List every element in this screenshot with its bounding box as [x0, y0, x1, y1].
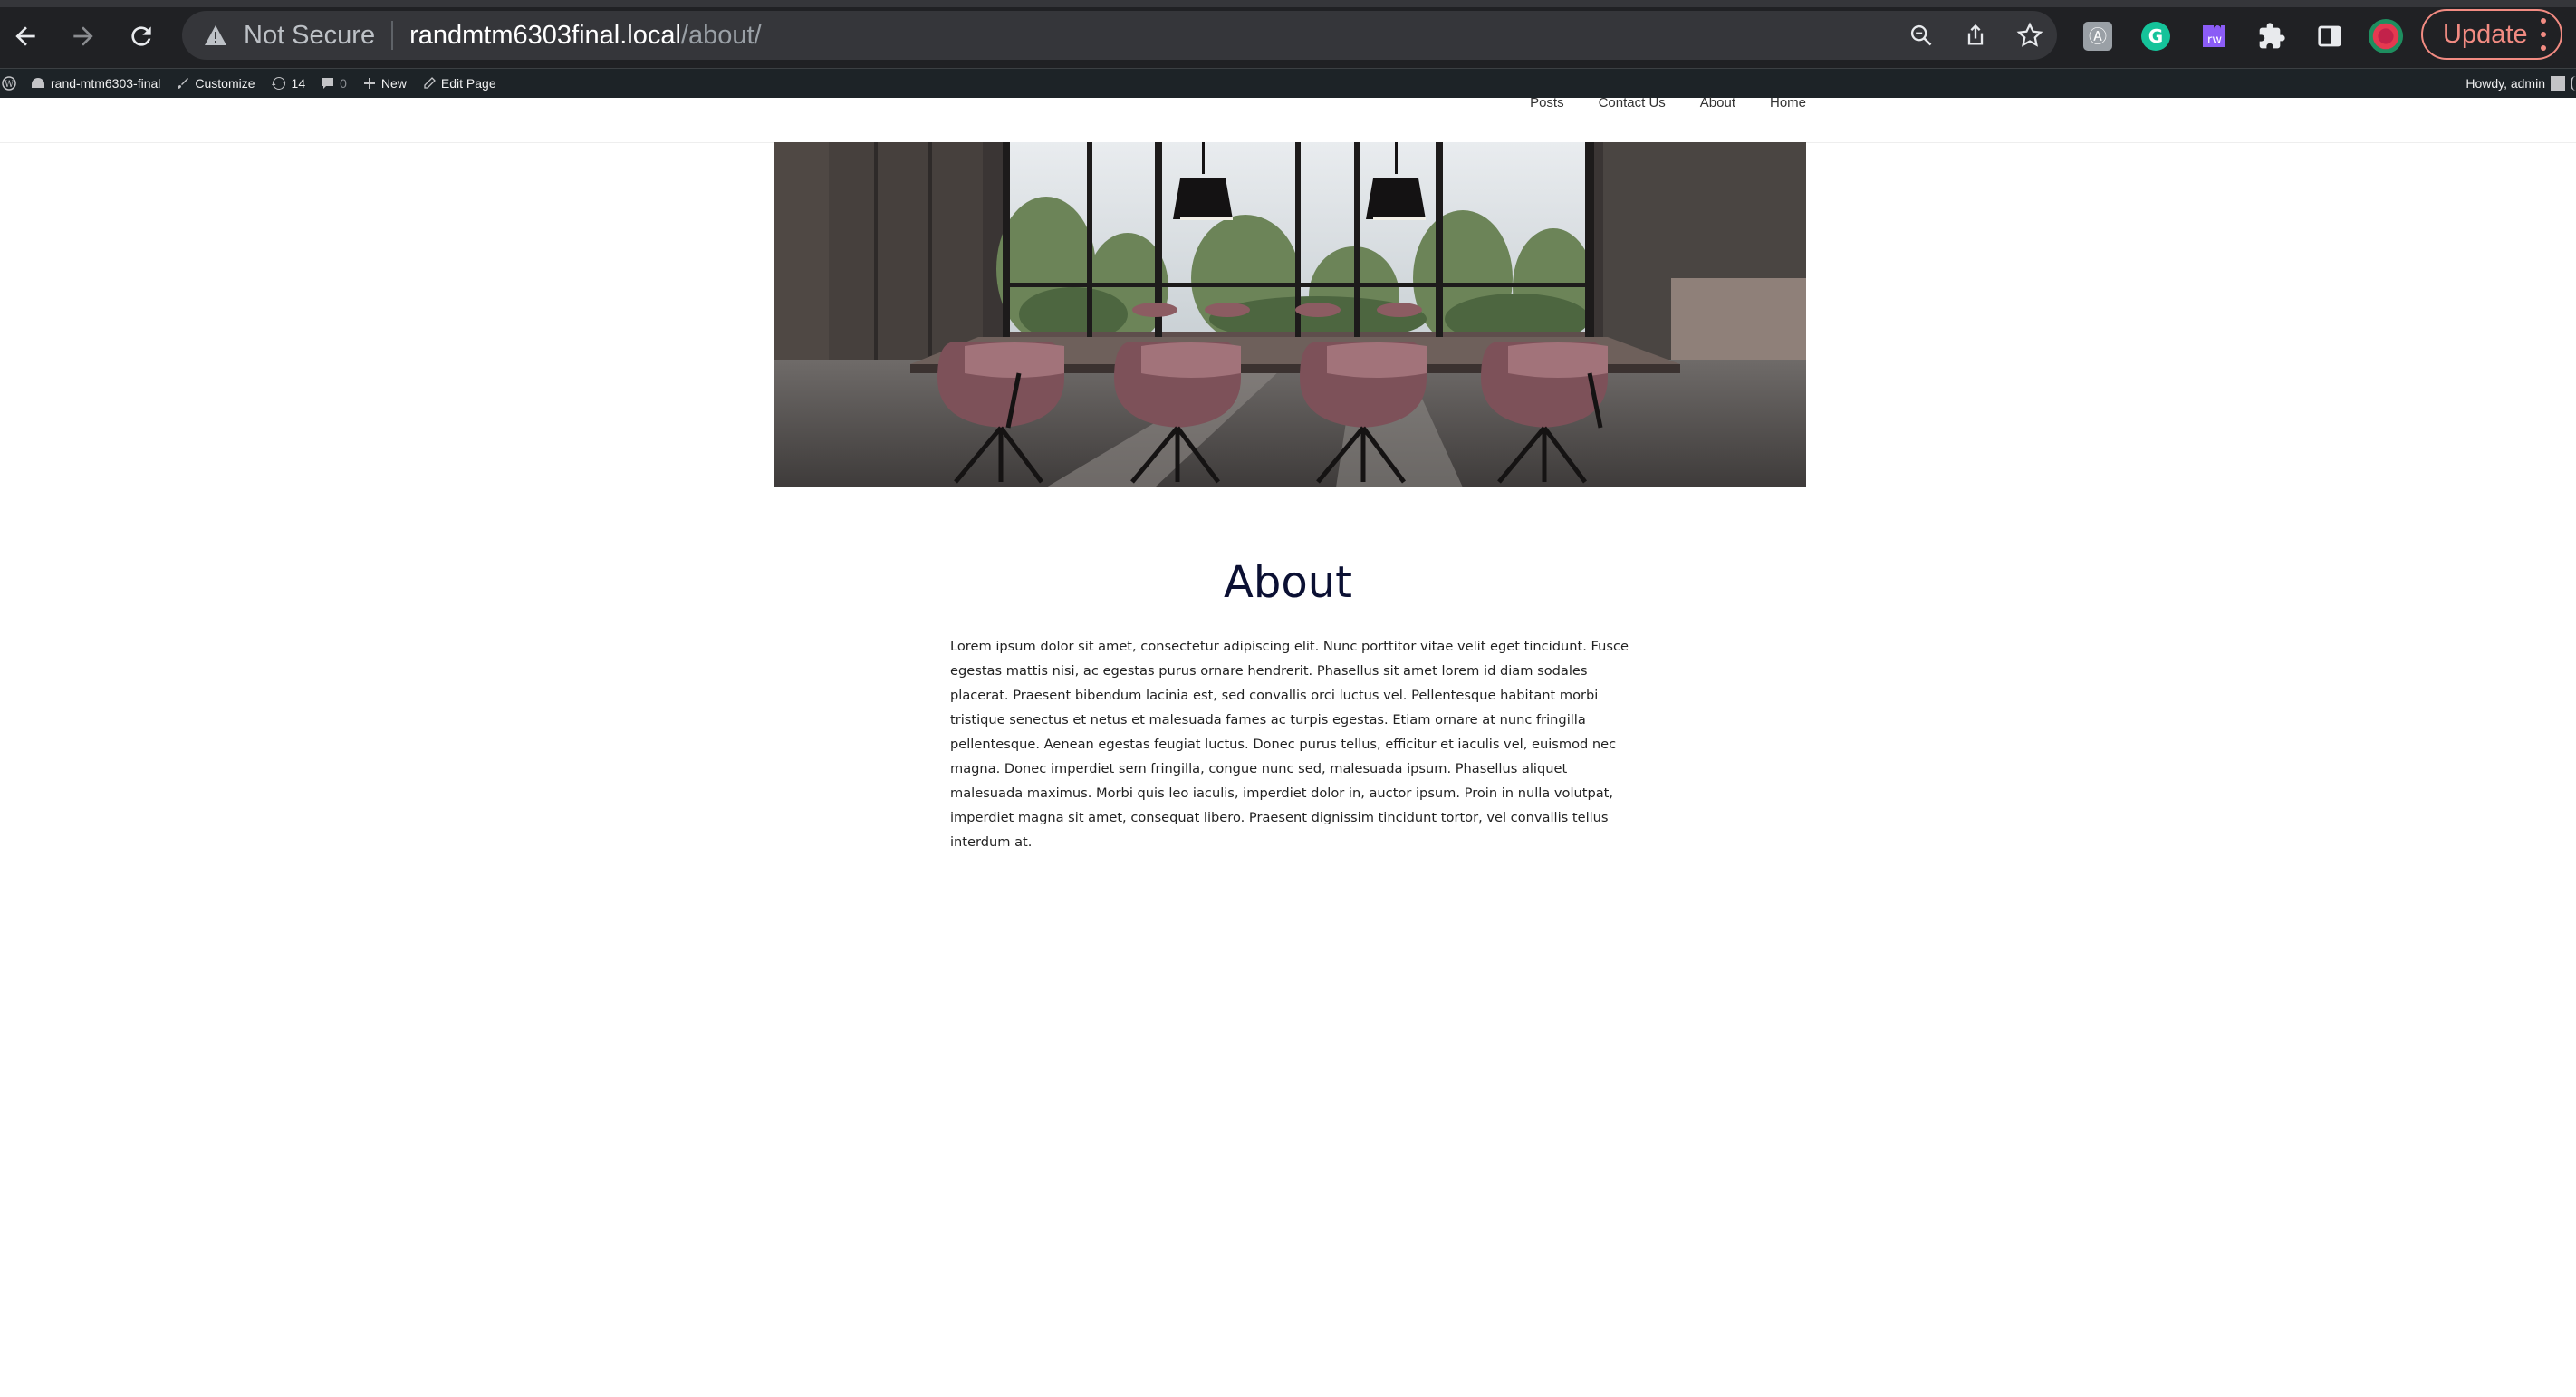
- site-header: Posts Contact Us About Home: [0, 96, 2576, 143]
- nav-item-posts[interactable]: Posts: [1530, 96, 1564, 111]
- adminbar-account[interactable]: Howdy, admin: [2465, 69, 2576, 98]
- forward-button[interactable]: [65, 18, 101, 54]
- tab-strip: [0, 0, 2576, 7]
- adminbar-comments[interactable]: 0: [322, 76, 347, 91]
- svg-text:G: G: [2148, 25, 2163, 47]
- page-title: About: [1224, 557, 1352, 608]
- omnibox-actions: [1894, 11, 2057, 60]
- nav-item-about[interactable]: About: [1700, 96, 1735, 111]
- comment-icon: [322, 78, 334, 89]
- site-name-label: rand-mtm6303-final: [51, 76, 161, 91]
- url-host[interactable]: randmtm6303final.local: [409, 21, 681, 51]
- share-icon[interactable]: [1948, 11, 2003, 60]
- edit-page-label: Edit Page: [440, 76, 496, 91]
- side-panel-icon[interactable]: [2312, 18, 2348, 54]
- adminbar-site-name[interactable]: rand-mtm6303-final: [31, 76, 160, 91]
- customize-label: Customize: [195, 76, 255, 91]
- bookmark-star-icon[interactable]: [2003, 11, 2057, 60]
- back-arrow-icon: [15, 26, 35, 46]
- comments-count: 0: [340, 76, 347, 91]
- svg-text:W: W: [5, 80, 14, 90]
- hero-image: [774, 142, 1806, 487]
- svg-text:Ⓐ: Ⓐ: [2089, 25, 2107, 47]
- security-label[interactable]: Not Secure: [244, 21, 375, 51]
- reload-icon: [131, 26, 151, 46]
- howdy-label: Howdy, admin: [2465, 76, 2545, 91]
- updates-icon: [271, 77, 286, 90]
- plus-icon: [363, 78, 375, 89]
- svg-text:rw: rw: [2207, 34, 2222, 47]
- address-bar[interactable]: Not Secure randmtm6303final.local/about/: [182, 11, 2057, 60]
- adminbar-edit-page[interactable]: Edit Page: [423, 76, 496, 91]
- warning-icon[interactable]: [202, 22, 229, 49]
- adminbar-updates[interactable]: 14: [271, 76, 306, 91]
- rw-extension-icon[interactable]: rw: [2196, 18, 2232, 54]
- updates-count: 14: [291, 76, 306, 91]
- wp-admin-bar: W rand-mtm6303-final Customize 14 0 New …: [0, 69, 2576, 98]
- admin-avatar: [2551, 76, 2565, 91]
- brush-icon: [178, 78, 189, 89]
- reload-button[interactable]: [123, 18, 159, 54]
- back-button[interactable]: [7, 18, 43, 54]
- zoom-icon[interactable]: [1894, 11, 1948, 60]
- profile-avatar-icon[interactable]: [2368, 18, 2404, 54]
- wp-logo-icon[interactable]: W: [2, 76, 22, 91]
- update-button[interactable]: Update: [2421, 9, 2562, 60]
- url-path[interactable]: /about/: [681, 21, 762, 51]
- puzzle-extensions-icon[interactable]: [2254, 18, 2290, 54]
- nav-item-home[interactable]: Home: [1770, 96, 1806, 111]
- update-label: Update: [2443, 19, 2528, 49]
- pencil-icon: [424, 77, 436, 89]
- grammarly-icon[interactable]: G: [2138, 18, 2174, 54]
- new-label: New: [380, 76, 407, 91]
- browser-toolbar: Not Secure randmtm6303final.local/about/…: [0, 0, 2576, 69]
- forward-arrow-icon: [73, 26, 93, 46]
- adminbar-new[interactable]: New: [363, 76, 407, 91]
- more-menu-icon[interactable]: [2541, 18, 2548, 51]
- dashboard-icon: [32, 78, 44, 88]
- search-icon[interactable]: [2571, 76, 2576, 91]
- nav-item-contact-us[interactable]: Contact Us: [1599, 96, 1666, 111]
- extension-generic-icon[interactable]: Ⓐ: [2080, 18, 2116, 54]
- adminbar-customize[interactable]: Customize: [177, 76, 255, 91]
- primary-navigation: Posts Contact Us About Home: [1495, 96, 1806, 111]
- page-body-text: Lorem ipsum dolor sit amet, consectetur …: [950, 639, 1629, 850]
- omnibox-separator: [391, 21, 394, 50]
